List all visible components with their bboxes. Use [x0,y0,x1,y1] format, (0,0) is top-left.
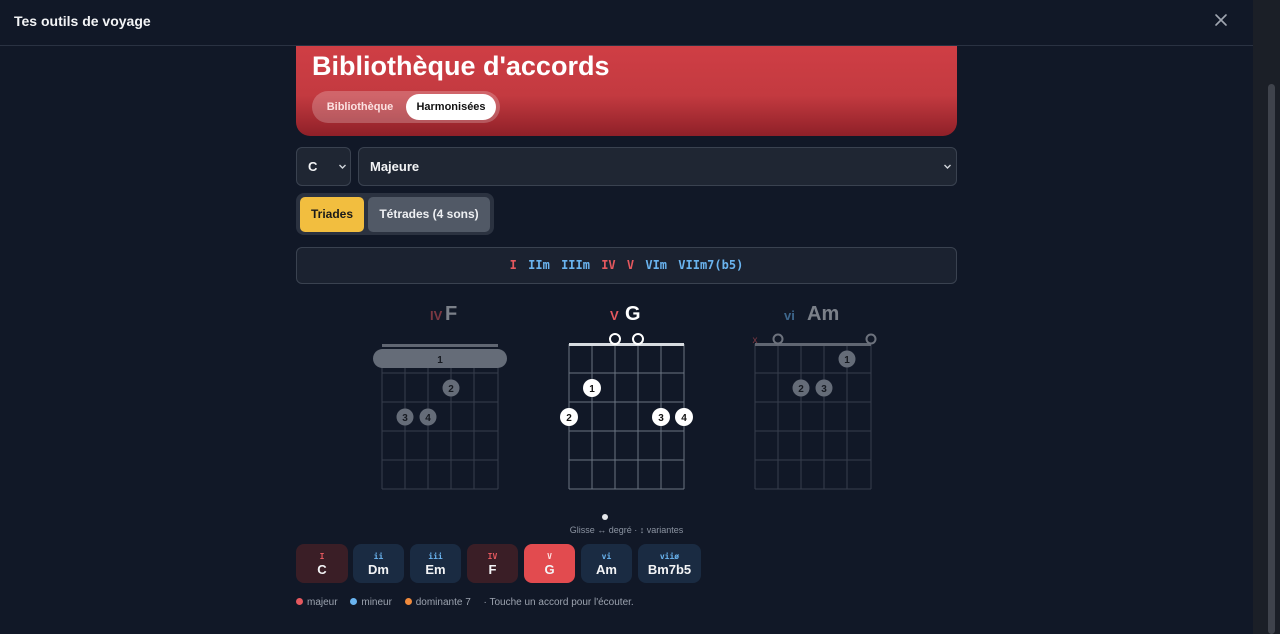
finger-dot: 2 [448,384,454,395]
page-title: Bibliothèque d'accords [312,51,610,81]
header-bar: Tes outils de voyage [0,0,1253,46]
minor-dot-icon [350,598,358,605]
chip-name: F [488,562,497,577]
triades-button[interactable]: Triades [300,197,364,232]
finger-dot: 2 [798,384,804,395]
chord-carousel[interactable]: IV F 1 2 3 4 V G 1 2 3 4 vi Am x 1 2 3 [296,295,956,505]
chord-name: Am [807,303,839,325]
scrollbar-thumb[interactable] [1268,84,1275,634]
chord-chip-am[interactable]: vi Am [581,544,632,583]
chevron-down-icon [944,164,951,169]
degree-progression: I IIm IIIm IV V VIm VIIm7(b5) [296,247,957,284]
chord-degree: IV [430,308,443,323]
finger-dot: 1 [589,384,595,395]
carousel-page-dot[interactable] [602,514,608,520]
tab-harmonisees[interactable]: Harmonisées [406,94,496,120]
tetrades-button[interactable]: Tétrades (4 sons) [368,197,490,232]
view-segmented-control: Bibliothèque Harmonisées [312,91,500,123]
chip-name: Em [425,562,446,577]
chord-chip-c[interactable]: I C [296,544,348,583]
key-select[interactable]: C [296,147,351,186]
chord-card-prev[interactable]: IV F 1 2 3 4 [373,303,507,490]
key-select-value: C [308,159,318,174]
finger-dot: 2 [566,413,572,424]
chord-degree: vi [784,308,795,323]
chord-chip-bm7b5[interactable]: viiø Bm7b5 [638,544,701,583]
finger-dot: 4 [681,413,687,424]
scale-select-value: Majeure [370,159,420,174]
scale-select[interactable]: Majeure [358,147,957,186]
chip-name: Am [596,562,617,577]
progression-degree[interactable]: VIIm7(b5) [678,258,743,272]
dom7-dot-icon [404,598,412,605]
close-icon[interactable] [1212,11,1230,29]
finger-dot: 1 [844,355,850,366]
legend-dom7: dominante 7 [404,597,471,608]
chord-degree: V [610,308,619,323]
barre-label: 1 [437,355,443,366]
chord-type-toggle: Triades Tétrades (4 sons) [296,193,494,235]
open-string-marker [865,333,877,345]
legend: majeur mineur dominante 7 · Touche un ac… [296,597,644,608]
finger-dot: 3 [821,384,827,395]
hero-banner: Bibliothèque d'accords Bibliothèque Harm… [296,46,957,136]
progression-degree[interactable]: IIIm [561,258,590,272]
chip-name: Dm [368,562,389,577]
finger-dot: 3 [658,413,664,424]
finger-dot: 4 [425,413,431,424]
chip-degree: viiø [659,552,680,561]
chip-degree: iii [428,552,443,561]
legend-note: · Touche un accord pour l'écouter. [483,597,634,608]
chord-chip-dm[interactable]: ii Dm [353,544,404,583]
progression-degree[interactable]: IV [601,258,615,272]
chord-chip-em[interactable]: iii Em [410,544,461,583]
finger-dot: 3 [402,413,408,424]
chip-degree: ii [373,552,384,561]
chevron-down-icon [339,164,346,169]
muted-string-marker: x [753,335,758,346]
window-title: Tes outils de voyage [14,13,151,29]
chord-name: G [625,303,641,325]
progression-row: I IIm IIIm IV V VIm VIIm7(b5) [297,258,956,272]
major-dot-icon [296,598,303,605]
legend-minor: mineur [350,597,392,608]
chip-degree: I [319,552,325,561]
open-string-marker [609,333,621,345]
legend-major: majeur [296,597,338,608]
chip-name: Bm7b5 [647,562,692,577]
open-string-marker [632,333,644,345]
chord-chip-g[interactable]: V G [524,544,575,583]
chord-chip-f[interactable]: IV F [467,544,518,583]
chip-name: G [544,562,555,577]
carousel-hint: Glisse ↔ degré · ↕ variantes [569,525,684,535]
open-string-marker [772,333,784,345]
scrollbar-track[interactable] [1253,0,1280,634]
progression-degree[interactable]: V [627,258,634,272]
chord-card-current[interactable]: V G 1 2 3 4 [560,303,693,490]
chord-card-next[interactable]: vi Am x 1 2 3 [753,303,877,490]
chip-degree: V [547,552,552,561]
chord-name: F [445,303,457,325]
chip-degree: vi [601,552,612,561]
progression-degree[interactable]: I [510,258,517,272]
progression-degree[interactable]: IIm [528,258,550,272]
tab-bibliotheque[interactable]: Bibliothèque [316,94,404,120]
chip-name: C [317,562,327,577]
progression-degree[interactable]: VIm [645,258,667,272]
chip-degree: IV [487,552,498,561]
